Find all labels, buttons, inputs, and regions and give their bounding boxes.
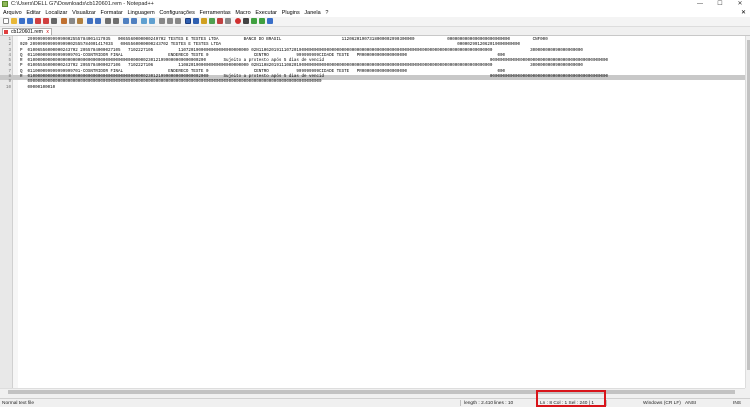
menu-help[interactable]: ? — [325, 9, 328, 17]
document-map-icon[interactable] — [217, 18, 223, 24]
line-number: 10 — [5, 85, 11, 90]
tab-cb120601[interactable]: cb120601.rem x — [2, 28, 52, 35]
function-list-icon[interactable] — [201, 18, 207, 24]
status-separator — [460, 400, 461, 406]
title-bar: C:\Users\DELL G7\Downloads\cb120601.rem … — [0, 0, 750, 9]
red-highlight-box — [536, 390, 606, 407]
new-file-icon[interactable] — [3, 18, 9, 24]
run-macro-multiple-icon[interactable] — [259, 18, 265, 24]
horizontal-scrollbar[interactable] — [0, 388, 745, 394]
file-icon — [4, 30, 8, 34]
play-macro-icon[interactable] — [251, 18, 257, 24]
print-icon[interactable] — [51, 18, 57, 24]
minimize-button[interactable]: — — [690, 0, 710, 9]
save-all-icon[interactable] — [27, 18, 33, 24]
status-separator — [606, 400, 607, 406]
style-config-icon[interactable] — [193, 18, 199, 24]
find-icon[interactable] — [105, 18, 111, 24]
status-bar: Normal text file length : 2.410 lines : … — [0, 398, 750, 407]
redo-icon[interactable] — [95, 18, 101, 24]
editor-line[interactable]: 10 00000100010 — [0, 86, 745, 91]
menu-executar[interactable]: Executar — [255, 9, 277, 17]
line-text: 00000100010 — [20, 85, 56, 90]
close-window-button[interactable]: ✕ — [730, 0, 750, 9]
word-wrap-icon[interactable] — [159, 18, 165, 24]
tab-close-icon[interactable]: x — [46, 29, 49, 35]
menu-localizar[interactable]: Localizar — [45, 9, 67, 17]
notepad-plus-plus-icon — [2, 1, 8, 7]
menu-plugins[interactable]: Plugins — [282, 9, 300, 17]
menu-macro[interactable]: Macro — [235, 9, 250, 17]
zoom-in-icon[interactable] — [123, 18, 129, 24]
open-file-icon[interactable] — [11, 18, 17, 24]
menu-arquivo[interactable]: Arquivo — [3, 9, 22, 17]
menu-formatar[interactable]: Formatar — [100, 9, 122, 17]
status-insert-mode: INS — [733, 401, 741, 406]
menu-visualizar[interactable]: Visualizar — [72, 9, 96, 17]
menu-ferramentas[interactable]: Ferramentas — [200, 9, 231, 17]
indent-guide-icon[interactable] — [175, 18, 181, 24]
save-icon[interactable] — [19, 18, 25, 24]
undo-icon[interactable] — [87, 18, 93, 24]
status-eol: Windows (CR LF) — [643, 401, 681, 406]
stop-macro-icon[interactable] — [243, 18, 249, 24]
replace-icon[interactable] — [113, 18, 119, 24]
monitoring-icon[interactable] — [225, 18, 231, 24]
vertical-scrollbar[interactable] — [745, 36, 750, 388]
menu-linguagem[interactable]: Linguagem — [127, 9, 154, 17]
record-macro-icon[interactable] — [235, 18, 241, 24]
toolbar — [0, 17, 750, 27]
window-title: C:\Users\DELL G7\Downloads\cb120601.rem … — [11, 1, 154, 7]
maximize-button[interactable]: ☐ — [710, 0, 730, 9]
show-all-chars-icon[interactable] — [167, 18, 173, 24]
menu-janela[interactable]: Janela — [304, 9, 320, 17]
copy-icon[interactable] — [69, 18, 75, 24]
close-all-icon[interactable] — [43, 18, 49, 24]
status-lines: lines : 10 — [494, 401, 514, 406]
text-editor[interactable]: 1 299999999999999002555784001417035 0065… — [0, 36, 745, 388]
folder-as-workspace-icon[interactable] — [209, 18, 215, 24]
menu-editar[interactable]: Editar — [26, 9, 40, 17]
close-file-icon[interactable] — [35, 18, 41, 24]
menu-bar: Arquivo Editar Localizar Visualizar Form… — [0, 9, 750, 17]
status-encoding: ANSI — [685, 401, 697, 406]
sync-vertical-icon[interactable] — [141, 18, 147, 24]
zoom-out-icon[interactable] — [131, 18, 137, 24]
editor-lines: 1 299999999999999002555784001417035 0065… — [0, 38, 745, 91]
status-file-type: Normal text file — [2, 401, 34, 406]
status-length: length : 2.410 — [464, 401, 494, 406]
cut-icon[interactable] — [61, 18, 67, 24]
tab-bar: cb120601.rem x — [0, 27, 750, 36]
tab-label: cb120601.rem — [11, 29, 43, 35]
horizontal-scroll-thumb[interactable] — [8, 390, 735, 394]
language-icon[interactable] — [185, 18, 191, 24]
save-macro-icon[interactable] — [267, 18, 273, 24]
sync-horizontal-icon[interactable] — [149, 18, 155, 24]
paste-icon[interactable] — [77, 18, 83, 24]
menu-configuracoes[interactable]: Configurações — [159, 9, 194, 17]
menu-close-icon[interactable]: ✕ — [741, 9, 746, 17]
